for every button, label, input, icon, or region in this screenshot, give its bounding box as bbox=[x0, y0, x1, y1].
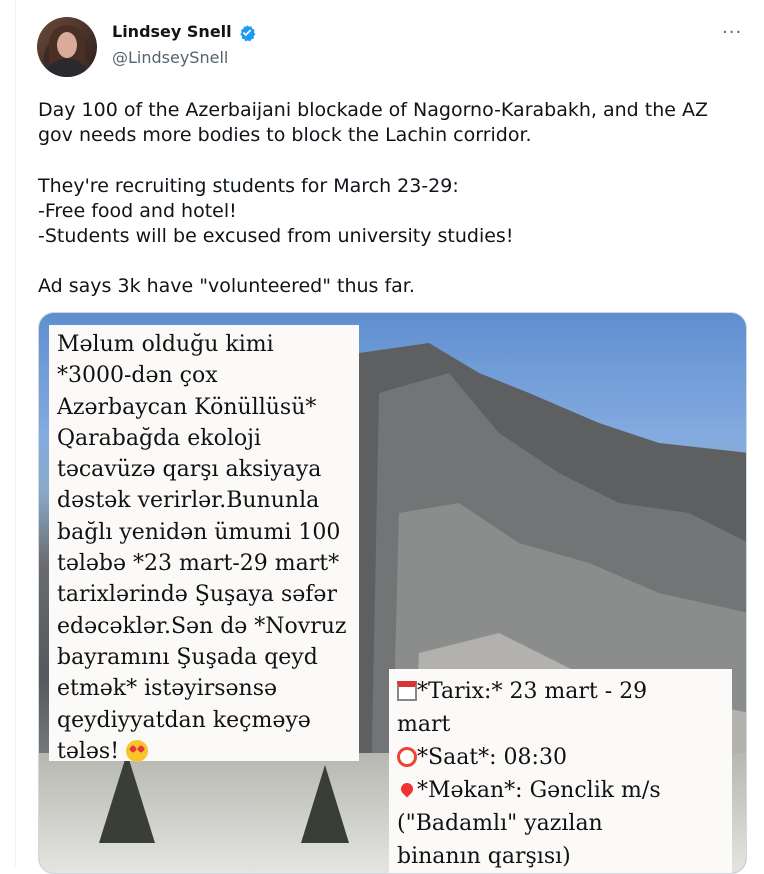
event-place-cont: binanın qarşısı) bbox=[397, 844, 571, 869]
timeline-divider bbox=[15, 0, 16, 867]
event-date-cont: mart bbox=[397, 712, 451, 737]
tweet: Lindsey Snell @LindseySnell ··· Day 100 … bbox=[0, 0, 764, 874]
ad-line: tələs! bbox=[57, 736, 351, 767]
tweet-image[interactable]: Məlum olduğu kimi *3000-dən çox Azərbayc… bbox=[38, 312, 747, 874]
tweet-line: -Free food and hotel! bbox=[38, 200, 237, 222]
event-place: *Məkan*: Gənclik m/s bbox=[397, 774, 724, 807]
tweet-paragraph-3: Ad says 3k have "volunteered" thus far. bbox=[38, 275, 415, 297]
event-place-cont: ("Badamlı" yazılan bbox=[397, 811, 603, 836]
more-options-icon[interactable]: ··· bbox=[722, 22, 742, 43]
event-details-card: *Tarix:* 23 mart - 29 mart *Saat*: 08:30… bbox=[389, 669, 732, 873]
ad-line: Məlum olduğu kimi bbox=[57, 332, 274, 357]
tweet-line: -Students will be excused from universit… bbox=[38, 225, 514, 247]
tweet-paragraph-1: Day 100 of the Azerbaijani blockade of N… bbox=[38, 99, 709, 146]
location-pin-icon bbox=[398, 780, 416, 798]
pine-tree bbox=[301, 765, 349, 843]
ad-line: dəstək verirlər.Bununla bbox=[57, 488, 320, 514]
ad-line-text: tələs! bbox=[57, 738, 120, 764]
calendar-icon bbox=[397, 681, 417, 701]
ad-line: tarixlərində Şuşaya səfər bbox=[57, 582, 337, 608]
ad-line: edəcəklər.Sən də *Novruz bbox=[57, 613, 347, 639]
ad-line: Qarabağda ekoloji bbox=[57, 425, 261, 451]
ad-line: Azərbaycan Könüllüsü* bbox=[57, 394, 317, 420]
ad-line: *3000-dən çox bbox=[57, 363, 218, 389]
tweet-line: They're recruiting students for March 23… bbox=[38, 175, 459, 197]
heart-eyes-emoji-icon bbox=[126, 739, 149, 762]
ad-line: tələbə *23 mart-29 mart* bbox=[57, 551, 340, 577]
verified-badge-icon bbox=[240, 25, 256, 42]
ad-line: bayramını Şuşada qeyd bbox=[57, 644, 318, 670]
avatar[interactable] bbox=[37, 17, 97, 77]
ad-line: təcavüzə qarşı aksiyaya bbox=[57, 457, 322, 483]
author-name[interactable]: Lindsey Snell bbox=[112, 22, 232, 41]
ad-text-card: Məlum olduğu kimi *3000-dən çox Azərbayc… bbox=[49, 325, 359, 764]
author-handle[interactable]: @LindseySnell bbox=[112, 48, 228, 67]
tweet-paragraph-2: They're recruiting students for March 23… bbox=[38, 174, 738, 249]
ad-line: bağlı yenidən ümumi 100 bbox=[57, 519, 341, 545]
ad-line: etmək* istəyirsənsə bbox=[57, 676, 278, 702]
alarm-clock-icon bbox=[397, 747, 417, 767]
ad-line: qeydiyyatdan keçməyə bbox=[57, 707, 311, 733]
event-time: *Saat*: 08:30 bbox=[397, 741, 724, 774]
event-date: *Tarix:* 23 mart - 29 bbox=[397, 675, 724, 708]
